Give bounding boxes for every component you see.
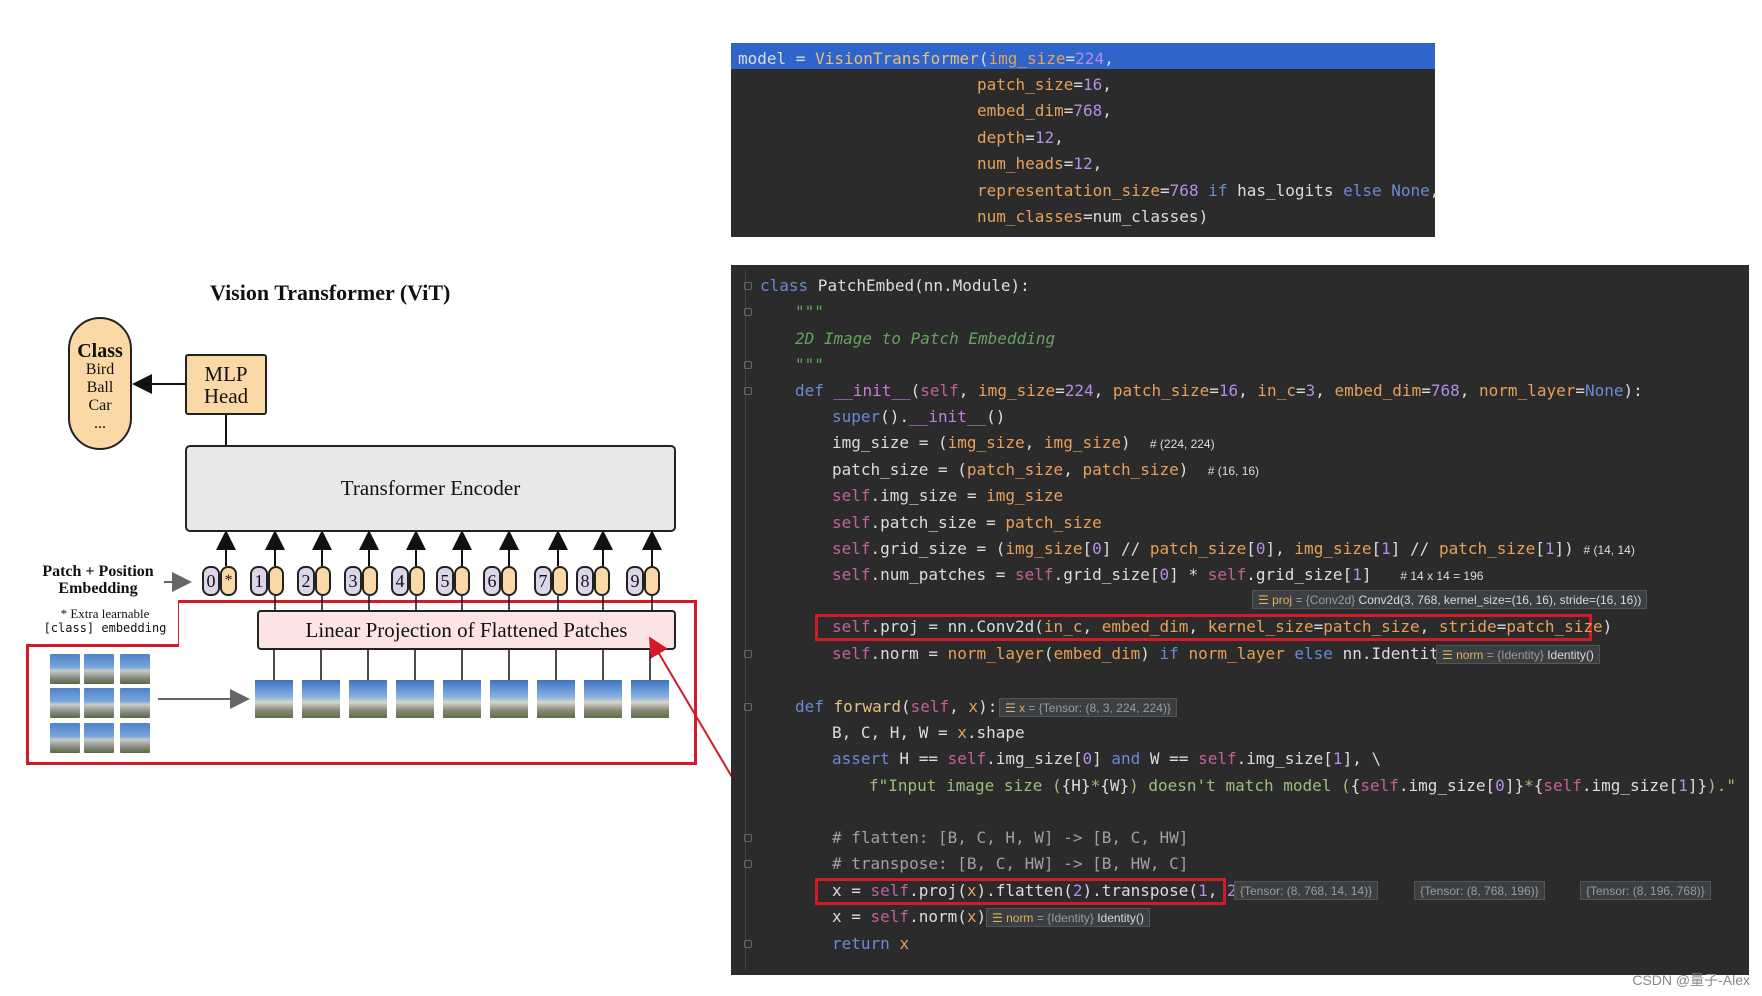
fold-icon[interactable] [744,834,752,842]
code-line: self.num_patches = self.grid_size[0] * s… [832,565,1484,584]
code-line: x = self.proj(x).flatten(2).transpose(1,… [832,881,1246,900]
code-line: self.grid_size = (img_size[0] // patch_s… [832,539,1635,558]
inline-comment: # 14 x 14 = 196 [1400,569,1484,583]
code-line: self.proj = nn.Conv2d(in_c, embed_dim, k… [832,617,1613,636]
fold-icon[interactable] [744,940,752,948]
code-line: assert H == self.img_size[0] and W == se… [832,749,1382,768]
code-line: super().__init__() [832,407,1006,426]
fold-icon[interactable] [744,650,752,658]
fold-icon[interactable] [744,308,752,316]
fold-icon[interactable] [744,282,752,290]
fold-icon[interactable] [744,361,752,369]
watermark: CSDN @量子-Alex [1632,972,1750,988]
code-line: patch_size = (patch_size, patch_size) # … [832,460,1260,479]
code-line: # flatten: [B, C, H, W] -> [B, C, HW] [832,828,1189,847]
code-line: 2D Image to Patch Embedding [795,329,1056,348]
code-line: x = self.norm(x) [832,907,987,926]
fold-icon[interactable] [744,387,752,395]
code-line: patch_size=16, [977,75,1112,94]
code-line: self.patch_size = patch_size [832,513,1102,532]
code-line: class PatchEmbed(nn.Module): [760,276,1030,295]
code-line: B, C, H, W = x.shape [832,723,1025,742]
inline-comment: # (224, 224) [1149,437,1215,451]
code-line: embed_dim=768, [977,101,1112,120]
code-line: img_size = (img_size, img_size) # (224, … [832,433,1215,452]
inline-comment: # (14, 14) [1583,543,1635,557]
code-line: return x [832,934,910,953]
debug-hint-proj: ☰ proj = {Conv2d} Conv2d(3, 768, kernel_… [1252,590,1648,609]
code-line: num_heads=12, [977,154,1103,173]
inline-comment: # (16, 16) [1207,464,1260,478]
code-line: # transpose: [B, C, HW] -> [B, HW, C] [832,854,1189,873]
code-line: def __init__(self, img_size=224, patch_s… [795,381,1643,400]
debug-hint-x: ☰ x = {Tensor: (8, 3, 224, 224)} [999,698,1177,717]
code-line: num_classes=num_classes) [977,207,1209,226]
code-line: self.norm = norm_layer(embed_dim) if nor… [832,644,1468,663]
code-line: depth=12, [977,128,1064,147]
code-line: self.img_size = img_size [832,486,1064,505]
code-line: model = VisionTransformer(img_size=224, [738,49,1114,68]
tensor-shape-hint: {Tensor: (8, 768, 14, 14)} [1234,881,1379,900]
fold-icon[interactable] [744,703,752,711]
code-line: """ [795,302,824,321]
fold-icon[interactable] [744,860,752,868]
debug-hint-norm-forward: ☰ norm = {Identity} Identity() [986,908,1150,927]
tensor-shape-hint: {Tensor: (8, 196, 768)} [1580,881,1711,900]
code-line: f"Input image size ({H}*{W}) doesn't mat… [869,776,1737,795]
code-line: representation_size=768 if has_logits el… [977,181,1440,200]
tensor-shape-hint: {Tensor: (8, 768, 196)} [1414,881,1545,900]
code-line: def forward(self, x): [795,697,998,716]
debug-hint-norm: ☰ norm = {Identity} Identity() [1436,645,1600,664]
code-line: """ [795,355,824,374]
